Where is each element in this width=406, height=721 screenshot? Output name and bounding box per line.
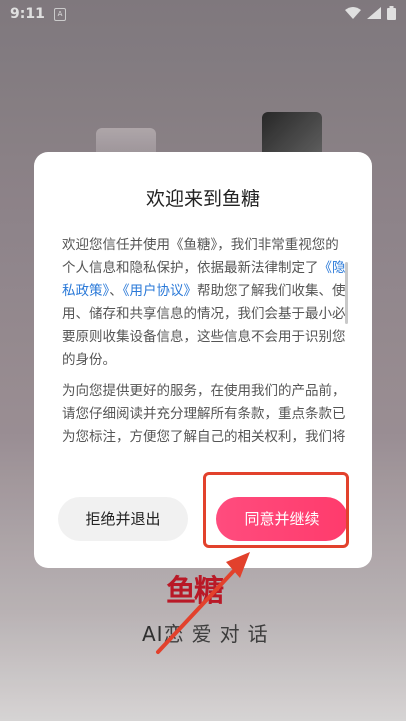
user-agreement-link[interactable]: 《用户协议》 — [123, 283, 197, 299]
dialog-body[interactable]: 欢迎您信任并使用《鱼糖》，我们非常重视您的个人信息和隐私保护，依据最新法律制定了… — [62, 234, 350, 452]
dialog-title: 欢迎来到鱼糖 — [145, 188, 260, 210]
separator-text: 、 — [109, 283, 123, 299]
highlight-box — [203, 472, 349, 548]
dialog-paragraph: 为向您提供更好的服务，在使用我们的产品前，请您仔细阅读并充分理解所有条款，重点条… — [62, 383, 346, 445]
paragraph-text: 欢迎您信任并使用《鱼糖》，我们非常重视您的个人信息和隐私保护，依据最新法律制定了 — [62, 237, 339, 276]
arrow-icon — [156, 552, 250, 654]
scrollbar[interactable] — [345, 262, 348, 324]
decline-exit-button[interactable]: 拒绝并退出 — [58, 497, 188, 541]
dialog-paragraph: 欢迎您信任并使用《鱼糖》，我们非常重视您的个人信息和隐私保护，依据最新法律制定了… — [62, 234, 350, 372]
